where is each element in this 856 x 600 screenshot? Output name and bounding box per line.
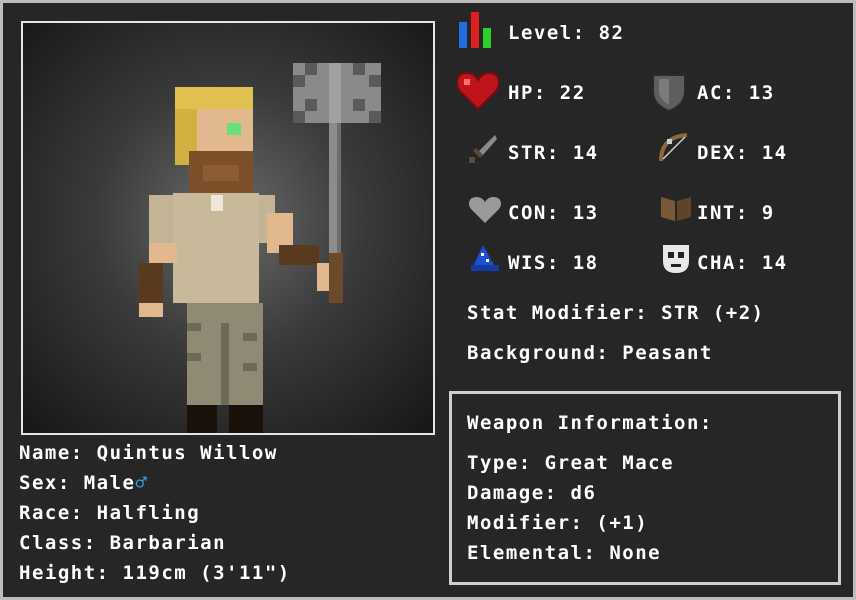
character-sex-label: Sex: Male [19,472,136,494]
background: Background: Peasant [467,342,713,364]
pixel-character-image [139,63,381,433]
mask-icon [663,245,689,273]
cha-stat: CHA: 14 [697,252,788,274]
bar-chart-icon [459,12,491,48]
heart-icon [457,71,499,111]
con-stat: CON: 13 [508,202,599,224]
bow-icon [659,133,688,162]
shield-icon [652,74,686,113]
weapon-damage: Damage: d6 [467,482,597,504]
sword-icon [469,135,497,163]
level-stat: Level: 82 [508,22,625,44]
character-class: Class: Barbarian [19,532,227,554]
weapon-type: Type: Great Mace [467,452,675,474]
gray-heart-icon [469,197,501,223]
hp-stat: HP: 22 [508,82,586,104]
book-icon [661,197,691,221]
character-race: Race: Halfling [19,502,201,524]
ac-stat: AC: 13 [697,82,775,104]
character-portrait [21,21,435,435]
wizard-hat-icon [471,245,499,271]
character-height: Height: 119cm (3'11") [19,562,291,584]
character-name: Name: Quintus Willow [19,442,278,464]
wis-stat: WIS: 18 [508,252,599,274]
stat-modifier: Stat Modifier: STR (+2) [467,302,765,324]
character-sheet: Name: Quintus Willow Sex: Male♂ Race: Ha… [3,3,853,597]
weapon-elemental: Elemental: None [467,542,662,564]
character-sex: Sex: Male♂ [19,472,148,494]
str-stat: STR: 14 [508,142,599,164]
int-stat: INT: 9 [697,202,775,224]
weapon-modifier: Modifier: (+1) [467,512,649,534]
male-symbol-icon: ♂ [135,472,149,494]
dex-stat: DEX: 14 [697,142,788,164]
weapon-info-title: Weapon Information: [467,412,713,434]
